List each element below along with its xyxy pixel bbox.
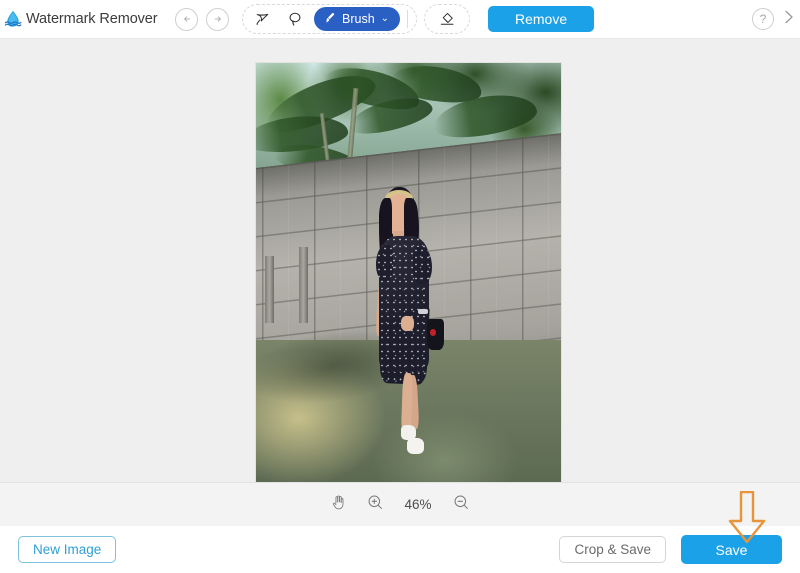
eraser-icon xyxy=(437,10,457,28)
zoom-out-icon xyxy=(453,494,470,516)
image-frame xyxy=(256,63,561,482)
chevron-down-icon: ⌄ xyxy=(380,13,390,24)
zoom-out-button[interactable] xyxy=(451,495,471,515)
person-shoe-right xyxy=(406,438,424,454)
toolbar-divider xyxy=(407,10,409,28)
person-sleeve-left xyxy=(375,245,393,281)
app-header: Watermark Remover Brush ⌄ Remove ? xyxy=(0,0,800,39)
undo-button[interactable] xyxy=(175,7,198,31)
brush-tool-button[interactable]: Brush ⌄ xyxy=(314,7,401,31)
handbag-red-charm xyxy=(430,329,436,336)
photo-image[interactable] xyxy=(256,63,561,482)
save-button[interactable]: Save xyxy=(681,535,782,564)
hand-tool-button[interactable] xyxy=(329,495,349,515)
brand: Watermark Remover xyxy=(0,9,171,29)
lasso-tool-button[interactable] xyxy=(282,7,308,31)
wall-post xyxy=(265,255,275,323)
history-controls xyxy=(175,7,229,31)
selection-tool-group: Brush ⌄ xyxy=(242,4,418,34)
brush-tool-label: Brush xyxy=(342,12,375,26)
person-hand xyxy=(400,316,414,331)
person-shoe-left xyxy=(400,425,417,440)
lasso-icon xyxy=(286,10,304,28)
undo-arrow-icon xyxy=(181,13,193,25)
water-drop-logo-icon xyxy=(3,9,23,29)
watermark-remover-app: Watermark Remover Brush ⌄ Remove ? 46% N… xyxy=(0,0,800,573)
redo-arrow-icon xyxy=(212,13,224,25)
app-footer: New Image Crop & Save Save xyxy=(0,526,800,573)
marker-scribble-icon xyxy=(254,10,273,28)
collapse-panel-button[interactable] xyxy=(781,9,797,29)
crop-and-save-button[interactable]: Crop & Save xyxy=(559,536,666,563)
footer-right-actions: Crop & Save Save xyxy=(559,535,782,564)
zoom-level-label: 46% xyxy=(404,497,432,512)
person-sleeve-right xyxy=(413,246,432,285)
zoom-toolbar: 46% xyxy=(0,482,800,526)
eraser-tool-button[interactable] xyxy=(434,7,460,31)
chevron-right-icon xyxy=(783,9,795,30)
sleeve-floral-pattern xyxy=(413,246,432,285)
editor-canvas[interactable] xyxy=(0,39,800,482)
help-button[interactable]: ? xyxy=(752,8,774,30)
remove-button[interactable]: Remove xyxy=(488,6,595,32)
brush-icon xyxy=(323,11,337,28)
hand-icon xyxy=(331,494,347,516)
new-image-button[interactable]: New Image xyxy=(18,536,117,563)
header-right-controls: ? xyxy=(752,0,800,38)
app-title: Watermark Remover xyxy=(26,11,158,27)
zoom-in-button[interactable] xyxy=(365,495,385,515)
person-wristwatch xyxy=(417,308,428,314)
wall-post xyxy=(298,247,308,323)
zoom-in-icon xyxy=(367,494,384,516)
question-mark-icon: ? xyxy=(759,12,767,26)
redo-button[interactable] xyxy=(206,7,229,31)
sleeve-floral-pattern xyxy=(375,245,393,281)
eraser-tool-group xyxy=(424,4,471,34)
marker-tool-button[interactable] xyxy=(250,7,276,31)
